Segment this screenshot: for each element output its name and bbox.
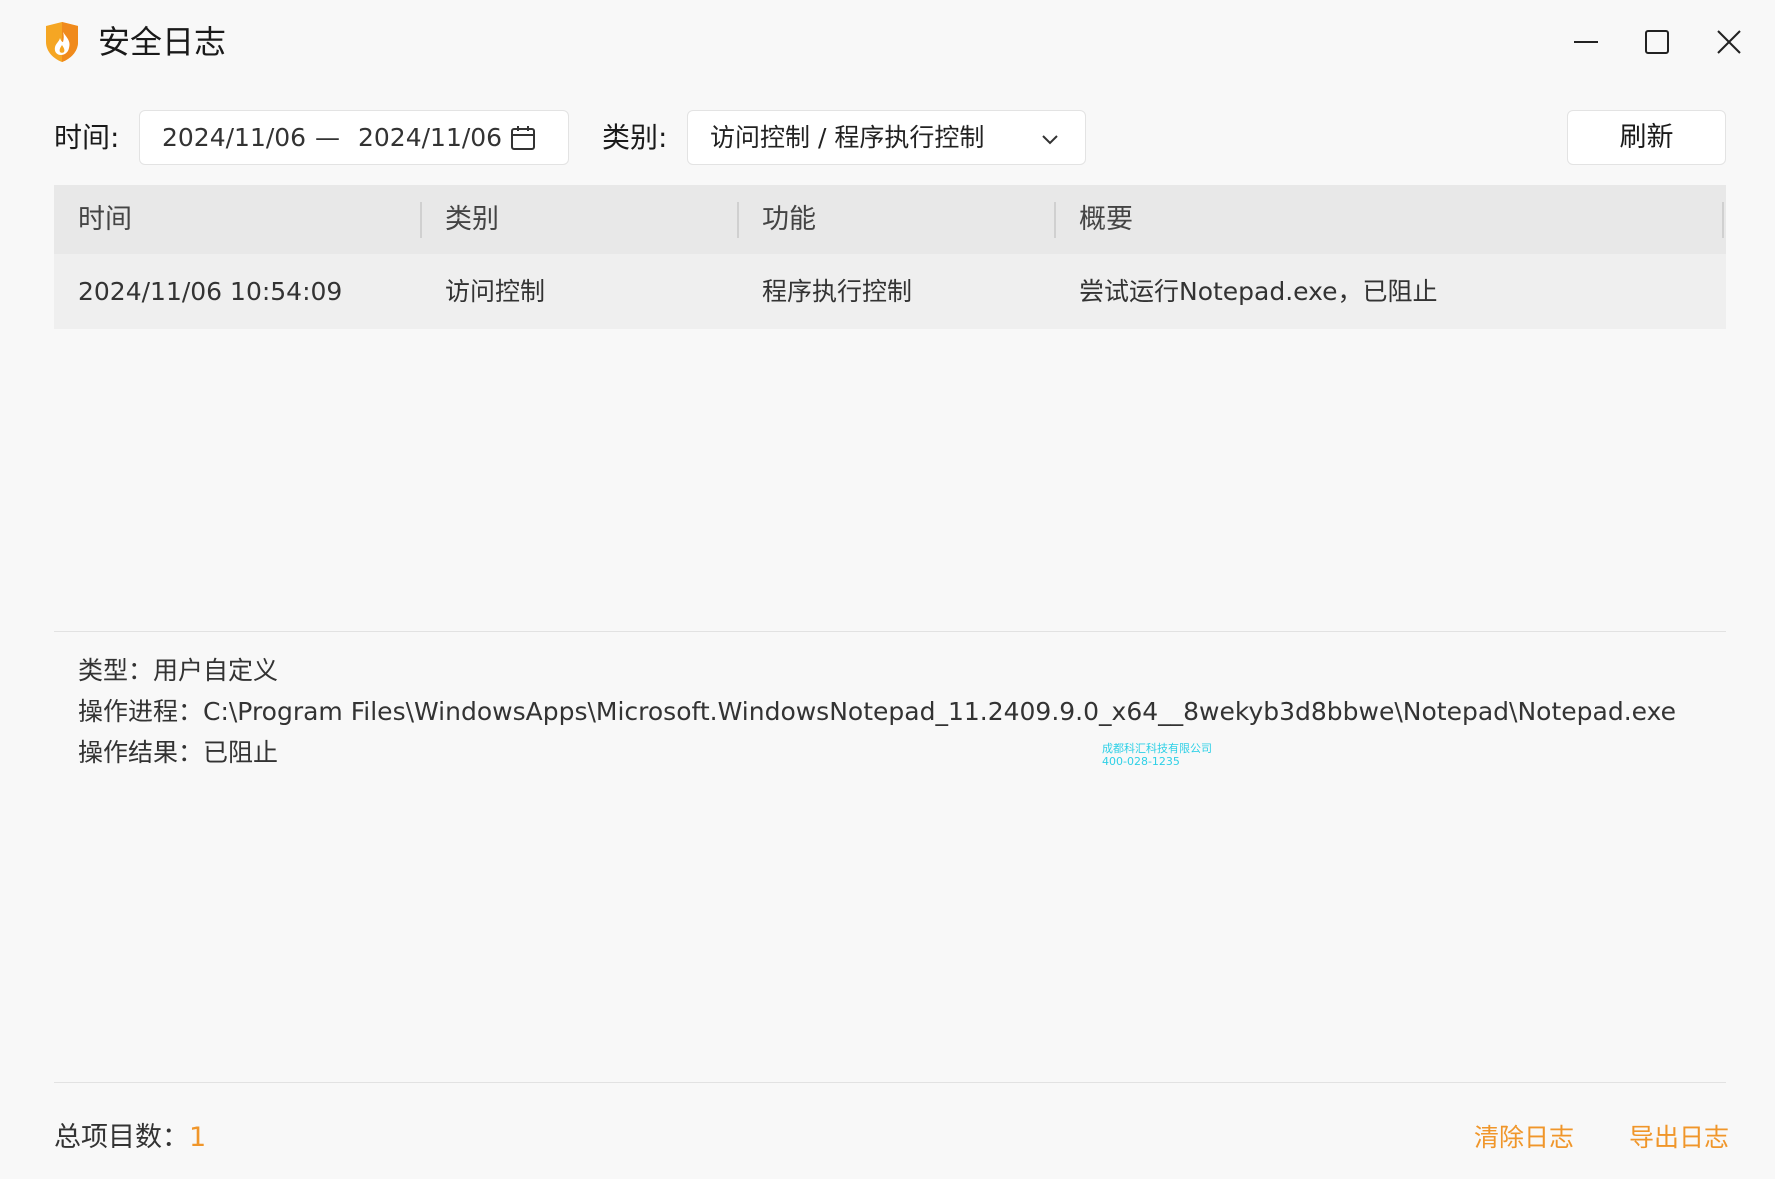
total-items-label: 总项目数： xyxy=(54,1122,189,1153)
details-divider xyxy=(54,631,1726,632)
detail-type: 类型：用户自定义 xyxy=(78,656,279,685)
maximize-button[interactable] xyxy=(1633,18,1681,66)
close-icon xyxy=(1717,30,1741,54)
column-header-time[interactable]: 时间 xyxy=(78,185,132,254)
window-title: 安全日志 xyxy=(98,23,227,61)
column-header-summary[interactable]: 概要 xyxy=(1079,185,1133,254)
detail-result: 操作结果：已阻止 xyxy=(78,738,279,767)
date-range-separator: — xyxy=(315,123,340,152)
category-filter-label: 类别: xyxy=(602,121,668,154)
minimize-button[interactable] xyxy=(1562,18,1610,66)
date-end-value[interactable]: 2024/11/06 xyxy=(358,111,502,164)
security-log-window: 安全日志 时间: 2024/11/06 — 2024/11/06 类别: 访问控… xyxy=(0,0,1775,1179)
detail-process: 操作进程：C:\Program Files\WindowsApps\Micros… xyxy=(78,697,1676,726)
column-divider[interactable] xyxy=(1054,202,1056,238)
watermark: 成都科汇科技有限公司 400-028-1235 xyxy=(1102,742,1212,768)
maximize-icon xyxy=(1645,30,1669,54)
cell-function: 程序执行控制 xyxy=(762,277,913,306)
date-range-picker[interactable]: 2024/11/06 — 2024/11/06 xyxy=(139,110,569,165)
shield-flame-icon xyxy=(42,20,82,64)
export-log-link[interactable]: 导出日志 xyxy=(1629,1118,1729,1158)
refresh-button[interactable]: 刷新 xyxy=(1567,110,1726,165)
footer-divider xyxy=(54,1082,1726,1083)
cell-time: 2024/11/06 10:54:09 xyxy=(78,277,343,306)
column-divider[interactable] xyxy=(1722,202,1724,238)
time-filter-label: 时间: xyxy=(54,121,120,154)
total-items: 总项目数：1 xyxy=(54,1118,206,1158)
watermark-company: 成都科汇科技有限公司 xyxy=(1102,742,1212,755)
watermark-phone: 400-028-1235 xyxy=(1102,755,1180,768)
total-items-count: 1 xyxy=(189,1122,207,1153)
table-row[interactable]: 2024/11/06 10:54:09 访问控制 程序执行控制 尝试运行Note… xyxy=(54,254,1726,329)
close-button[interactable] xyxy=(1705,18,1753,66)
date-start-value[interactable]: 2024/11/06 xyxy=(162,111,306,164)
minimize-icon xyxy=(1574,41,1598,43)
category-dropdown[interactable]: 访问控制 / 程序执行控制 xyxy=(687,110,1086,165)
column-header-category[interactable]: 类别 xyxy=(445,185,499,254)
title-bar: 安全日志 xyxy=(0,0,1775,84)
column-divider[interactable] xyxy=(737,202,739,238)
table-header: 时间 类别 功能 概要 xyxy=(54,185,1726,254)
column-divider[interactable] xyxy=(420,202,422,238)
column-header-function[interactable]: 功能 xyxy=(762,185,816,254)
cell-summary: 尝试运行Notepad.exe，已阻止 xyxy=(1079,277,1438,306)
log-table: 时间 类别 功能 概要 2024/11/06 10:54:09 访问控制 程序执… xyxy=(54,185,1726,329)
chevron-down-icon xyxy=(1040,129,1060,149)
category-selected-value: 访问控制 / 程序执行控制 xyxy=(710,123,985,152)
cell-category: 访问控制 xyxy=(445,277,546,306)
clear-log-link[interactable]: 清除日志 xyxy=(1474,1118,1574,1158)
calendar-icon[interactable] xyxy=(510,125,536,151)
